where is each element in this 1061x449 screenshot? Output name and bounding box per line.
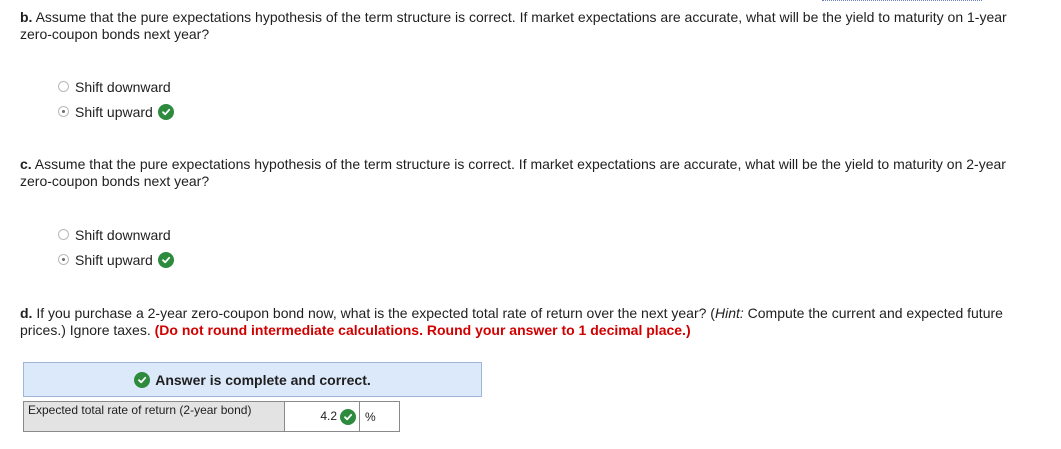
- question-b-letter: b.: [20, 9, 33, 25]
- check-icon: [157, 251, 174, 268]
- question-b-option-shift-upward[interactable]: Shift upward: [58, 103, 174, 120]
- question-b-option-shift-downward[interactable]: Shift downward: [58, 78, 174, 95]
- question-c-option-shift-downward[interactable]: Shift downward: [58, 226, 174, 243]
- option-label: Shift upward: [75, 103, 153, 120]
- table-row: Expected total rate of return (2-year bo…: [23, 401, 400, 432]
- option-label: Shift downward: [75, 78, 171, 95]
- answer-status-text: Answer is complete and correct.: [155, 371, 371, 388]
- check-icon: [157, 103, 174, 120]
- question-d: d. If you purchase a 2-year zero-coupon …: [20, 305, 1030, 339]
- question-b-options: Shift downward Shift upward: [58, 78, 174, 128]
- answer-unit: %: [359, 401, 400, 432]
- answer-row-label: Expected total rate of return (2-year bo…: [23, 401, 285, 432]
- answer-status-banner: Answer is complete and correct.: [23, 362, 482, 397]
- top-dotted-line: [822, 0, 982, 1]
- option-label: Shift upward: [75, 251, 153, 268]
- radio-button-selected[interactable]: [58, 106, 69, 117]
- question-b: b. Assume that the pure expectations hyp…: [20, 9, 1030, 43]
- question-d-instruction: (Do not round intermediate calculations.…: [154, 322, 691, 338]
- option-label: Shift downward: [75, 226, 171, 243]
- question-c-text: Assume that the pure expectations hypoth…: [20, 156, 1006, 189]
- question-c-options: Shift downward Shift upward: [58, 226, 174, 276]
- radio-button[interactable]: [58, 81, 69, 92]
- question-d-text-1: If you purchase a 2-year zero-coupon bon…: [32, 305, 715, 321]
- radio-button-selected[interactable]: [58, 254, 69, 265]
- question-b-text: Assume that the pure expectations hypoth…: [20, 9, 1007, 42]
- question-d-letter: d.: [20, 305, 33, 321]
- answer-table: Expected total rate of return (2-year bo…: [23, 401, 400, 432]
- radio-button[interactable]: [58, 229, 69, 240]
- check-icon: [134, 371, 151, 388]
- question-c-option-shift-upward[interactable]: Shift upward: [58, 251, 174, 268]
- question-c-letter: c.: [20, 156, 32, 172]
- answer-value-field[interactable]: 4.2: [284, 401, 360, 432]
- question-d-hint-label: Hint:: [714, 305, 744, 321]
- check-icon: [340, 408, 356, 425]
- question-c: c. Assume that the pure expectations hyp…: [20, 156, 1030, 190]
- answer-value: 4.2: [320, 408, 337, 423]
